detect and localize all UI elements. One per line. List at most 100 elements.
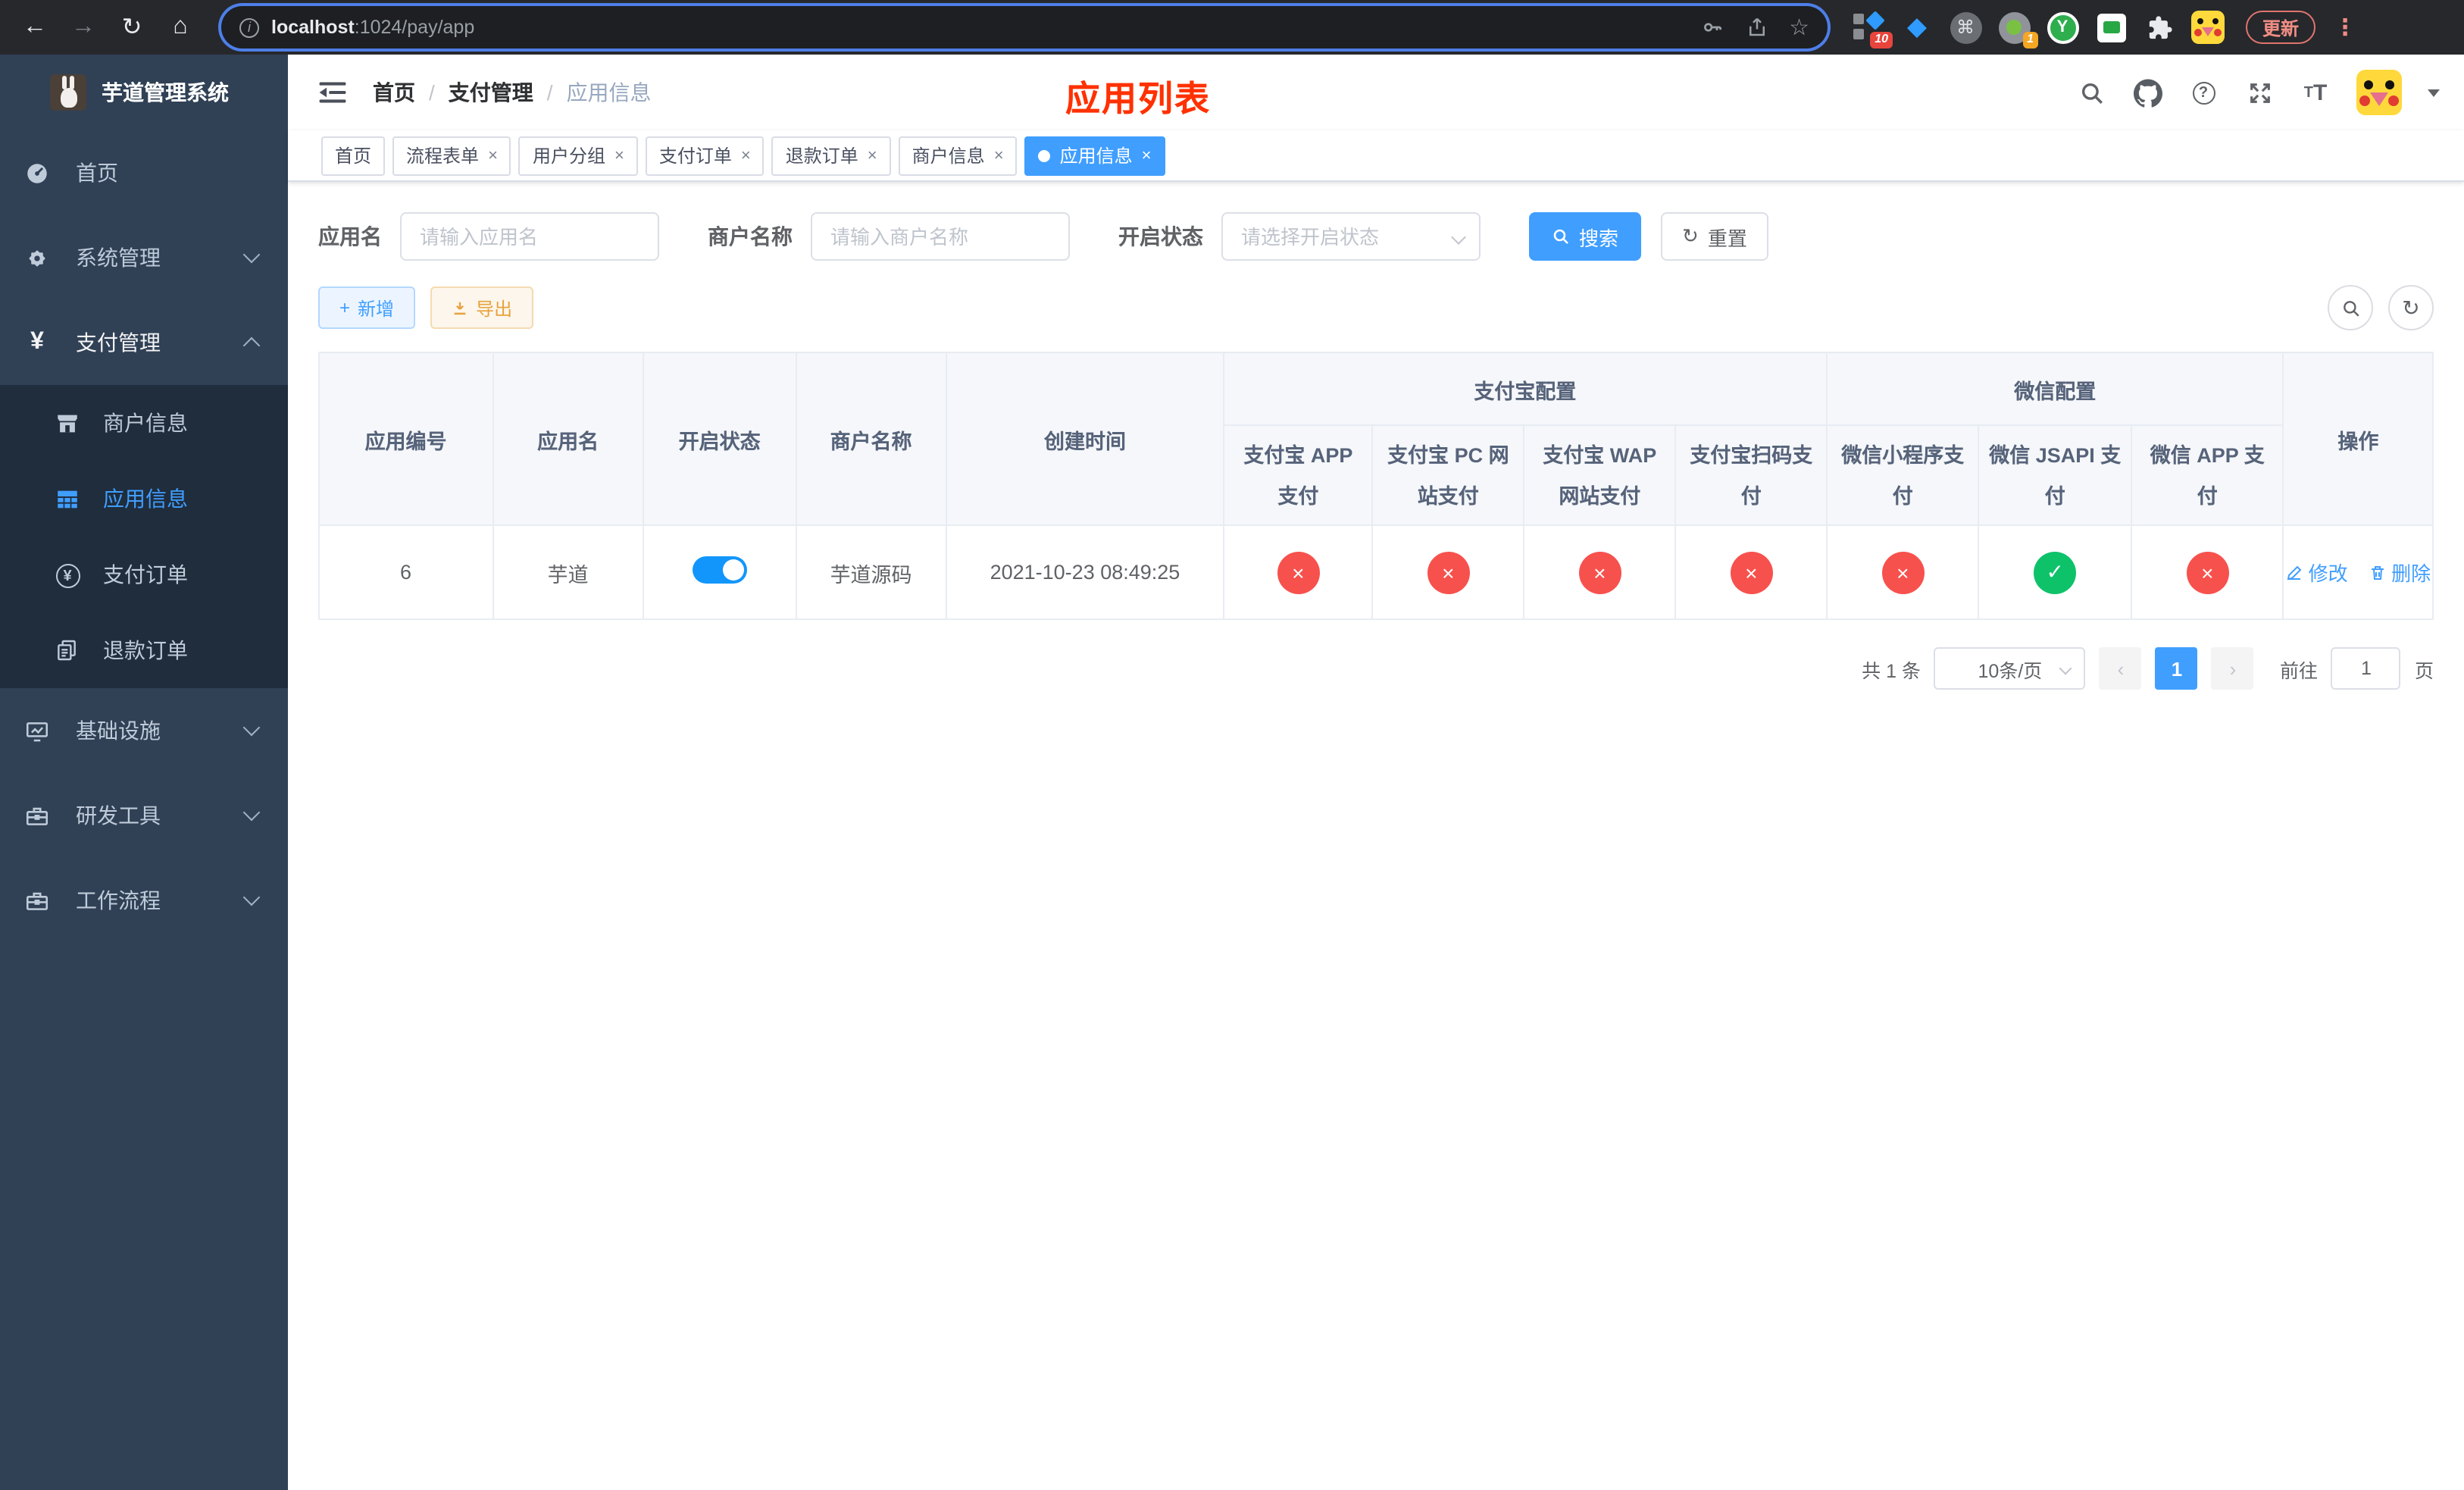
back-icon[interactable]: ←: [15, 8, 55, 47]
enabled-toggle[interactable]: [692, 556, 747, 584]
browser-profile-avatar[interactable]: [2191, 11, 2225, 44]
sidebar-item-dev-tools[interactable]: 研发工具: [0, 773, 288, 858]
export-button[interactable]: 导出: [430, 286, 534, 329]
close-icon[interactable]: ×: [1142, 146, 1152, 164]
page-size-select[interactable]: 10条/页: [1934, 647, 2086, 690]
browser-chrome: ← → ↻ ⌂ i localhost:1024/pay/app ☆ 10 ◆: [0, 0, 2464, 55]
sidebar-item-payment[interactable]: ¥ 支付管理: [0, 300, 288, 385]
chevron-up-icon: [242, 337, 261, 355]
page-1-button[interactable]: 1: [2155, 647, 2198, 690]
tab-pay-order[interactable]: 支付订单 ×: [645, 136, 765, 175]
monitor-icon: [24, 718, 50, 743]
key-icon[interactable]: [1699, 15, 1724, 39]
tab-merchant-info[interactable]: 商户信息 ×: [898, 136, 1018, 175]
top-navbar: 首页 / 支付管理 / 应用信息 应用列表 ? TT: [288, 55, 2464, 130]
status-select[interactable]: [1221, 212, 1481, 261]
extension-diamond-icon[interactable]: ◆: [1900, 11, 1934, 44]
document-icon: [55, 638, 80, 662]
caret-down-icon[interactable]: [2428, 89, 2440, 102]
tab-app-info[interactable]: 应用信息 ×: [1024, 136, 1165, 175]
toggle-search-button[interactable]: [2328, 285, 2373, 330]
extension-chat-icon[interactable]: [2094, 11, 2128, 44]
bookmark-star-icon[interactable]: ☆: [1789, 14, 1809, 41]
cell-merchant-name: 芋道源码: [795, 524, 948, 620]
prev-page-button[interactable]: ‹: [2099, 647, 2142, 690]
sidebar-item-workflow[interactable]: 工作流程: [0, 858, 288, 943]
tab-home[interactable]: 首页: [321, 136, 386, 175]
tab-process-form[interactable]: 流程表单 ×: [392, 136, 511, 175]
cell-created-at: 2021-10-23 08:49:25: [946, 524, 1224, 620]
edit-link[interactable]: 修改: [2286, 558, 2348, 587]
delete-link[interactable]: 删除: [2369, 558, 2431, 587]
app-title: 芋道管理系统: [102, 80, 229, 105]
group-header-wechat: 微信配置: [1825, 352, 2284, 426]
github-icon[interactable]: [2132, 77, 2162, 108]
url-bar[interactable]: i localhost:1024/pay/app ☆: [221, 6, 1828, 49]
sidebar-item-home[interactable]: 首页: [0, 130, 288, 215]
extension-y-icon[interactable]: Y: [2046, 11, 2079, 44]
col-header-wechat-lite: 微信小程序支付: [1825, 424, 1980, 526]
status-alipay-app: ×: [1277, 551, 1320, 593]
extension-grid-icon[interactable]: 10: [1852, 11, 1893, 49]
sidebar-item-merchant-info[interactable]: 商户信息: [0, 385, 288, 461]
sidebar-toggle-icon[interactable]: [312, 73, 352, 112]
reset-button[interactable]: ↻ 重置: [1661, 212, 1768, 261]
col-header-wechat-jsapi: 微信 JSAPI 支付: [1978, 424, 2132, 526]
extension-recorder-icon[interactable]: 1: [1997, 11, 2038, 49]
merchant-name-input[interactable]: [811, 212, 1070, 261]
breadcrumb-home[interactable]: 首页: [373, 77, 415, 108]
reload-icon[interactable]: ↻: [112, 8, 152, 47]
yen-icon: ¥: [30, 329, 44, 355]
col-header-name: 应用名: [492, 352, 645, 526]
breadcrumb-current: 应用信息: [566, 80, 652, 105]
navbar-actions: ? TT: [2076, 70, 2464, 115]
col-header-created: 创建时间: [946, 352, 1224, 526]
home-icon[interactable]: ⌂: [161, 8, 200, 47]
tab-refund-order[interactable]: 退款订单 ×: [771, 136, 891, 175]
forward-icon[interactable]: →: [64, 8, 103, 47]
payment-submenu: 商户信息 应用信息 ¥ 支付订单 退款订单: [0, 385, 288, 688]
user-avatar[interactable]: [2356, 70, 2402, 115]
refresh-table-button[interactable]: ↻: [2388, 285, 2434, 330]
add-button[interactable]: + 新增: [318, 286, 416, 329]
col-header-actions: 操作: [2282, 352, 2434, 526]
close-icon[interactable]: ×: [868, 146, 877, 164]
sidebar-item-pay-order[interactable]: ¥ 支付订单: [0, 537, 288, 612]
close-icon[interactable]: ×: [488, 146, 498, 164]
font-size-icon[interactable]: TT: [2300, 77, 2331, 108]
sidebar-item-infrastructure[interactable]: 基础设施: [0, 688, 288, 773]
browser-update-button[interactable]: 更新: [2246, 11, 2316, 44]
help-icon[interactable]: ?: [2188, 77, 2219, 108]
cell-app-name: 芋道: [492, 524, 645, 620]
yen-circle-icon: ¥: [55, 561, 80, 589]
extensions-puzzle-icon[interactable]: [2143, 11, 2176, 44]
col-header-wechat-app: 微信 APP 支付: [2130, 424, 2284, 526]
next-page-button[interactable]: ›: [2211, 647, 2254, 690]
sidebar-item-refund-order[interactable]: 退款订单: [0, 612, 288, 688]
extension-command-icon[interactable]: ⌘: [1949, 11, 1982, 44]
chevron-down-icon: [242, 803, 261, 822]
extension-badge: 1: [2022, 32, 2038, 49]
sidebar-item-system[interactable]: 系统管理: [0, 215, 288, 300]
search-icon[interactable]: [2076, 77, 2106, 108]
app-table: 应用编号 应用名 开启状态 商户名称 创建时间 支付宝配置 微信配置 操作 支付…: [318, 352, 2434, 620]
close-icon[interactable]: ×: [741, 146, 751, 164]
search-button[interactable]: 搜索: [1529, 212, 1642, 261]
chevron-down-icon: [242, 718, 261, 737]
tab-user-group[interactable]: 用户分组 ×: [518, 136, 638, 175]
fullscreen-icon[interactable]: [2244, 77, 2275, 108]
chevron-down-icon: [242, 246, 261, 264]
col-header-id: 应用编号: [318, 352, 494, 526]
close-icon[interactable]: ×: [614, 146, 624, 164]
app-name-input[interactable]: [400, 212, 659, 261]
app-logo: [50, 74, 86, 111]
breadcrumb-pay[interactable]: 支付管理: [449, 77, 533, 108]
close-icon[interactable]: ×: [994, 146, 1004, 164]
goto-page-input[interactable]: [2331, 647, 2401, 690]
share-icon[interactable]: [1745, 15, 1768, 39]
page-info-icon[interactable]: i: [239, 17, 259, 37]
status-wechat-lite: ×: [1881, 551, 1925, 593]
browser-menu-dots-icon[interactable]: ⋮: [2331, 14, 2359, 41]
screen: ← → ↻ ⌂ i localhost:1024/pay/app ☆ 10 ◆: [0, 0, 2464, 1490]
sidebar-item-app-info[interactable]: 应用信息: [0, 461, 288, 537]
